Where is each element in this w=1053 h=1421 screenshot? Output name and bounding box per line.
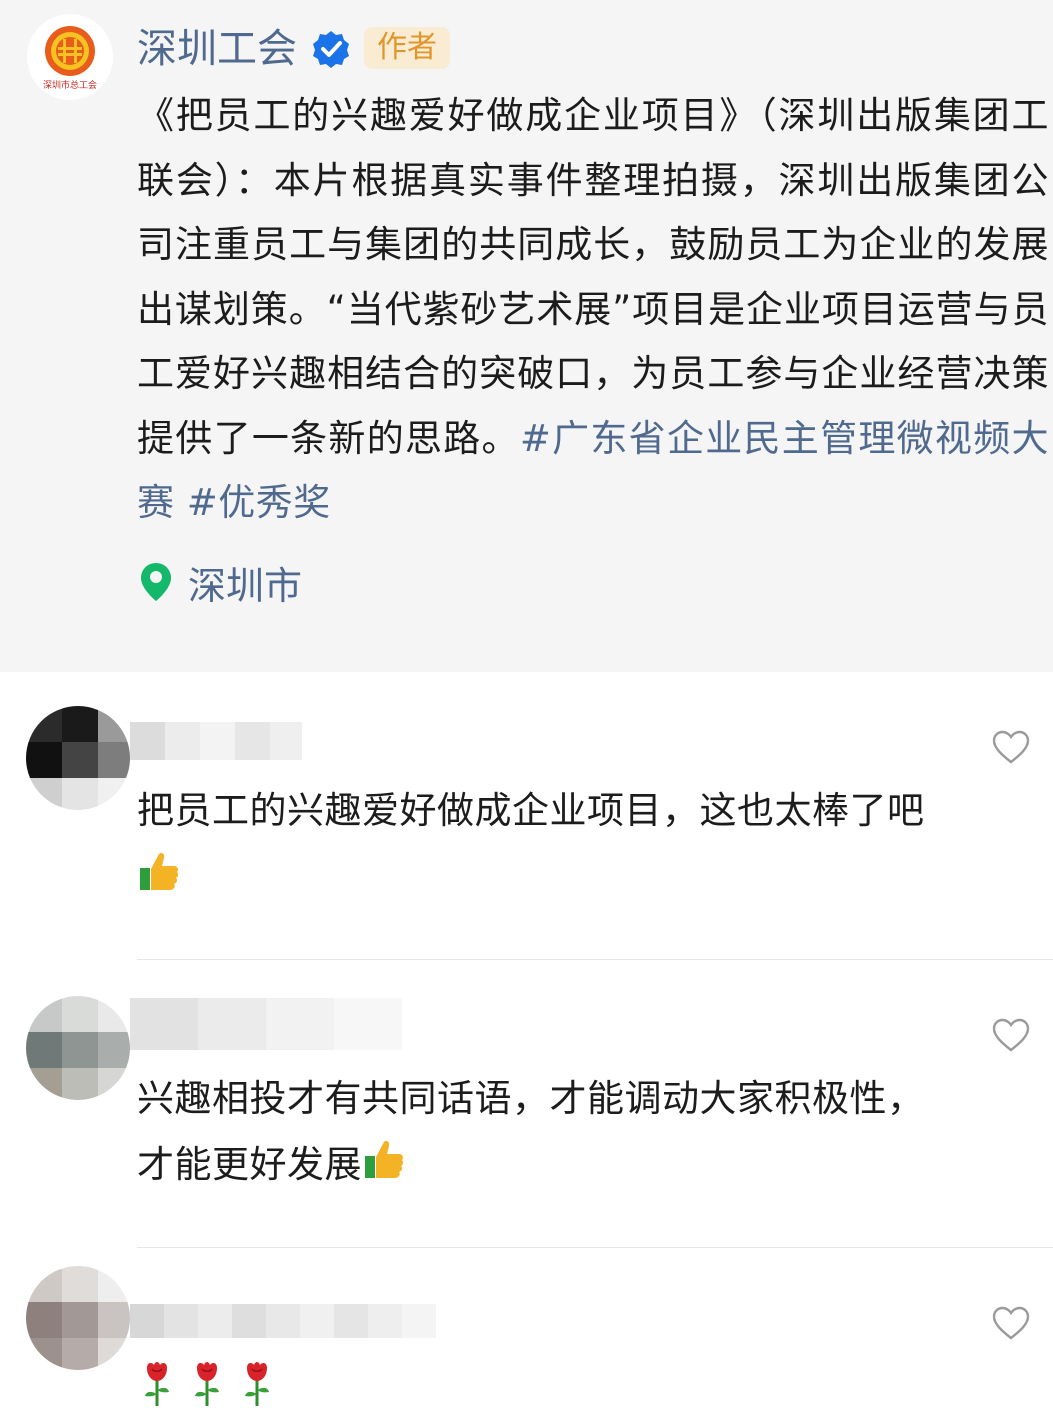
heart-outline-icon[interactable]: [992, 730, 1030, 764]
author-badge: 作者: [364, 27, 450, 69]
comment-text: [140, 1360, 274, 1408]
post-body: 《把员工的兴趣爱好做成企业项目》（深圳出版集团工联会）：本片根据真实事件整理拍摄…: [137, 84, 1049, 536]
heart-outline-icon[interactable]: [992, 1018, 1030, 1052]
commenter-avatar[interactable]: [26, 1266, 130, 1370]
commenter-name-blurred: [130, 998, 402, 1050]
commenter-name-blurred: [130, 1304, 436, 1356]
author-avatar[interactable]: 深圳市总工会: [27, 14, 113, 100]
comment-text: 把员工的兴趣爱好做成企业项目，这也太棒了吧: [137, 778, 937, 910]
location-tag[interactable]: 深圳市: [140, 556, 302, 608]
thumbs-up-icon: [365, 1141, 404, 1178]
verified-check-icon: [313, 31, 349, 68]
location-label: 深圳市: [188, 563, 303, 608]
heart-outline-icon[interactable]: [992, 1306, 1030, 1340]
rose-icon: [195, 1362, 219, 1406]
thumbs-up-icon: [140, 853, 179, 890]
rose-icon: [145, 1362, 169, 1406]
hashtag-link[interactable]: #优秀奖: [187, 481, 331, 524]
comment-item: 兴趣相投才有共同话语，才能调动大家积极性，才能更好发展: [0, 960, 1053, 1248]
commenter-avatar[interactable]: [26, 706, 130, 810]
svg-text:深圳市总工会: 深圳市总工会: [43, 79, 97, 91]
location-pin-icon: [141, 563, 171, 601]
comment-item: 把员工的兴趣爱好做成企业项目，这也太棒了吧: [0, 672, 1053, 960]
rose-icon: [245, 1362, 269, 1406]
commenter-avatar[interactable]: [26, 996, 130, 1100]
commenter-name-blurred: [130, 722, 302, 774]
post-text: 《把员工的兴趣爱好做成企业项目》（深圳出版集团工联会）：本片根据真实事件整理拍摄…: [137, 94, 1049, 460]
union-logo-icon: 深圳市总工会: [43, 26, 97, 91]
comment-text: 兴趣相投才有共同话语，才能调动大家积极性，才能更好发展: [137, 1077, 925, 1186]
post-card: 深圳市总工会 深圳工会 作者 《把员工的兴趣爱好做成企业项目》（深圳出版集团工联…: [0, 0, 1053, 672]
author-name[interactable]: 深圳工会: [137, 24, 297, 74]
